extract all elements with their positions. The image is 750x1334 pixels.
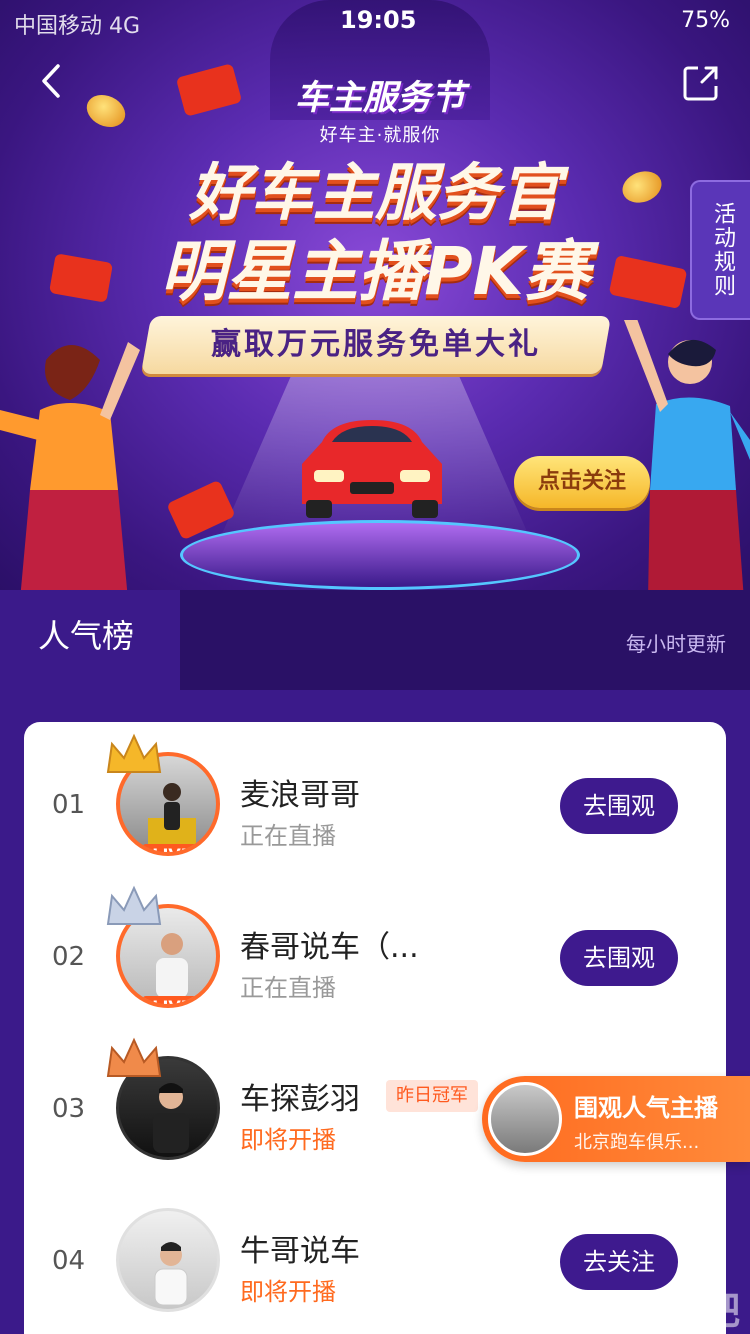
silver-crown-icon	[106, 885, 162, 925]
person-photo-icon	[148, 783, 196, 848]
ranking-row[interactable]: 02 LIVE 春哥说车（... 正在直播 去围观	[24, 874, 726, 1026]
activity-rules-button[interactable]: 活动规则	[690, 180, 750, 320]
battery-label: 75%	[681, 8, 730, 33]
person-photo-icon	[156, 933, 188, 998]
share-icon[interactable]	[680, 62, 722, 104]
anchor-status: 正在直播	[240, 822, 336, 850]
rank-number: 02	[52, 942, 86, 972]
popup-subtitle: 北京跑车俱乐...	[574, 1132, 700, 1153]
carrier-label: 中国移动 4G	[14, 14, 141, 39]
red-envelope-decoration	[175, 63, 243, 117]
anchor-status: 正在直播	[240, 974, 336, 1002]
yesterday-champion-badge: 昨日冠军	[386, 1080, 478, 1112]
hero-banner: 中国移动 4G 19:05 75% 车主服务节 好车主·就服你 好车主服务官 明…	[0, 0, 750, 600]
gold-crown-icon	[106, 733, 162, 773]
anchor-avatar[interactable]: LIVE	[106, 733, 220, 856]
prize-ribbon: 赢取万元服务免单大礼	[140, 316, 612, 374]
watch-button[interactable]: 去围观	[560, 778, 678, 834]
person-photo-icon	[153, 1083, 189, 1153]
avatar-image	[116, 1208, 220, 1312]
coin-decoration	[81, 88, 131, 134]
anchor-avatar[interactable]	[106, 1037, 220, 1160]
anchor-avatar[interactable]	[116, 1208, 220, 1312]
anchor-name: 麦浪哥哥	[240, 778, 360, 813]
popular-anchor-popup[interactable]: 围观人气主播 北京跑车俱乐...	[482, 1076, 750, 1162]
bronze-crown-icon	[106, 1037, 162, 1077]
follow-button[interactable]: 点击关注	[514, 456, 650, 508]
anchor-avatar[interactable]: LIVE	[106, 885, 220, 1008]
board-header: 每小时更新 人气榜	[0, 590, 750, 690]
watermark: 氪服网吧	[581, 1289, 742, 1333]
clock: 19:05	[340, 6, 417, 34]
tab-popularity[interactable]: 人气榜	[0, 590, 180, 690]
tab-bar-filler: 每小时更新	[180, 590, 750, 690]
stage-platform	[180, 520, 580, 590]
headline-line-2: 明星主播PK赛	[160, 233, 590, 310]
rank-number: 01	[52, 790, 86, 820]
person-photo-icon	[154, 1242, 188, 1305]
logo-main-text: 车主服务节	[295, 78, 465, 118]
live-badge: LIVE	[142, 996, 202, 1004]
watch-button[interactable]: 去围观	[560, 930, 678, 986]
prize-ribbon-text: 赢取万元服务免单大礼	[211, 327, 541, 362]
update-note: 每小时更新	[626, 632, 726, 656]
status-bar: 中国移动 4G 19:05 75%	[0, 0, 750, 40]
cheering-person-illustration	[0, 330, 140, 600]
popup-title: 围观人气主播	[574, 1094, 718, 1122]
back-icon[interactable]	[30, 58, 76, 104]
anchor-name: 牛哥说车	[240, 1234, 360, 1269]
ranking-card: 01 LIVE 麦浪哥哥 正在直播 去围观 02 LIVE 春哥说车（... 正…	[24, 722, 726, 1334]
rank-number: 03	[52, 1094, 86, 1124]
anchor-name: 春哥说车（...	[240, 930, 419, 965]
rank-number: 04	[52, 1246, 86, 1276]
cheering-person-illustration	[620, 316, 750, 600]
live-badge: LIVE	[142, 844, 202, 852]
red-car-illustration	[292, 412, 452, 522]
anchor-status: 即将开播	[240, 1126, 336, 1154]
anchor-status: 即将开播	[240, 1278, 336, 1306]
popup-avatar	[488, 1082, 562, 1156]
ranking-row[interactable]: 01 LIVE 麦浪哥哥 正在直播 去围观	[24, 722, 726, 874]
event-logo: 车主服务节 好车主·就服你	[280, 70, 480, 146]
anchor-name: 车探彭羽	[240, 1082, 360, 1117]
